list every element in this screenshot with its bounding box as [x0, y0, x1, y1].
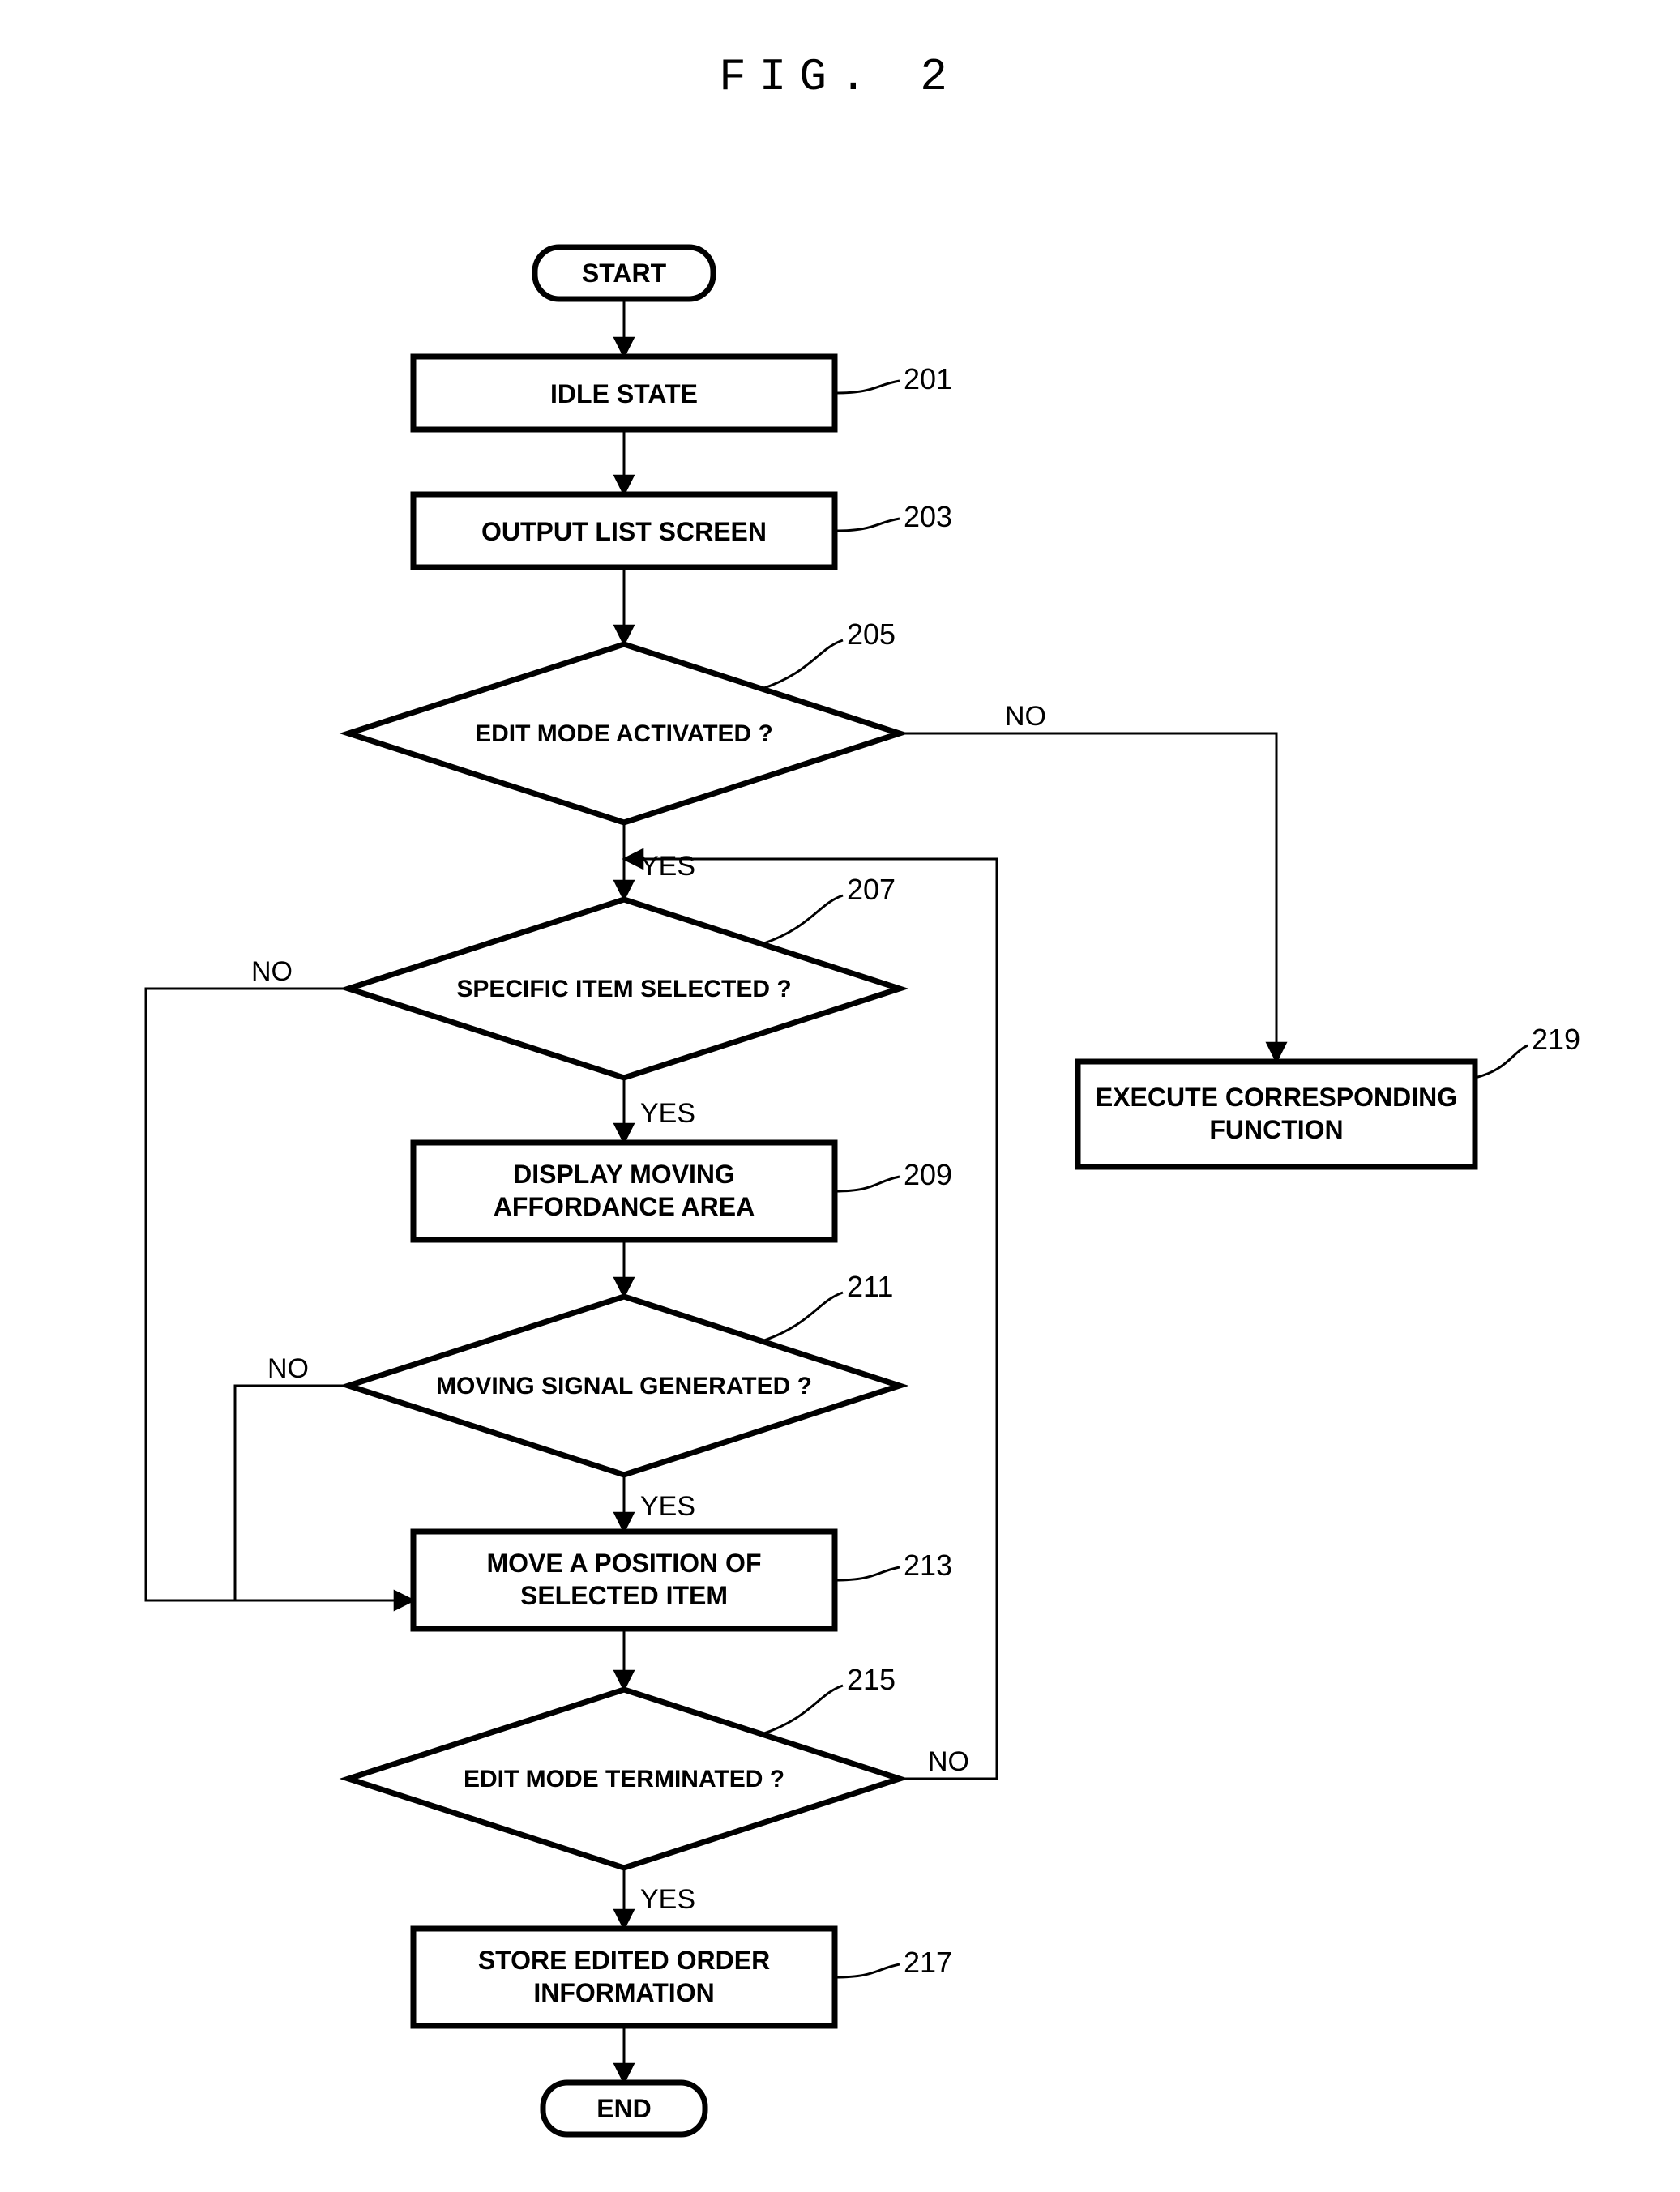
ref-211: 211	[847, 1270, 893, 1303]
ref-211-leader	[762, 1293, 843, 1341]
n215-text: EDIT MODE TERMINATED ?	[464, 1766, 784, 1792]
n209-l2: AFFORDANCE AREA	[494, 1192, 755, 1221]
n219-l1: EXECUTE CORRESPONDING	[1096, 1083, 1457, 1112]
edge-215-yes-label: YES	[640, 1884, 695, 1915]
n217-l2: INFORMATION	[533, 1978, 714, 2007]
ref-213-leader	[835, 1567, 900, 1580]
decision-207: SPECIFIC ITEM SELECTED ?	[348, 899, 900, 1078]
n213-l2: SELECTED ITEM	[520, 1581, 728, 1610]
ref-201: 201	[904, 362, 952, 395]
n205-text: EDIT MODE ACTIVATED ?	[475, 720, 773, 747]
n207-text: SPECIFIC ITEM SELECTED ?	[456, 976, 791, 1002]
edge-207-yes-label: YES	[640, 1098, 695, 1129]
terminator-start: START	[535, 247, 713, 299]
process-201: IDLE STATE	[413, 357, 835, 429]
edge-205-no-219: NO	[900, 701, 1276, 1062]
flowchart-canvas: .thin { stroke:#000; stroke-width:3; fil…	[0, 0, 1680, 2192]
start-label: START	[582, 259, 667, 288]
ref-207: 207	[847, 873, 896, 906]
n213-l1: MOVE A POSITION OF	[487, 1549, 762, 1578]
ref-209-leader	[835, 1177, 900, 1191]
n211-text: MOVING SIGNAL GENERATED ?	[436, 1373, 812, 1399]
n201-text: IDLE STATE	[550, 379, 698, 408]
ref-215-leader	[762, 1686, 843, 1734]
n209-l1: DISPLAY MOVING	[513, 1160, 735, 1189]
edge-207-no-label: NO	[251, 956, 293, 987]
ref-217-leader	[835, 1964, 900, 1977]
decision-205: EDIT MODE ACTIVATED ?	[348, 644, 900, 823]
process-203: OUTPUT LIST SCREEN	[413, 494, 835, 567]
edge-205-yes-label: YES	[640, 851, 695, 882]
edge-215-no-label: NO	[928, 1746, 969, 1777]
ref-205: 205	[847, 617, 896, 651]
edge-207-no: NO	[146, 956, 353, 1600]
decision-211: MOVING SIGNAL GENERATED ?	[348, 1297, 900, 1475]
ref-209: 209	[904, 1158, 952, 1191]
edge-205-no-label: NO	[1005, 701, 1046, 732]
terminator-end: END	[543, 2083, 705, 2134]
decision-215: EDIT MODE TERMINATED ?	[348, 1690, 900, 1868]
edge-211-no: NO	[235, 1353, 353, 1600]
figure-title: FIG. 2	[719, 51, 960, 103]
ref-201-leader	[835, 381, 900, 393]
edge-211-no-label: NO	[267, 1353, 309, 1384]
ref-203: 203	[904, 500, 952, 533]
end-label: END	[596, 2094, 652, 2123]
ref-217: 217	[904, 1946, 952, 1979]
ref-213: 213	[904, 1549, 952, 1582]
ref-219: 219	[1532, 1023, 1580, 1056]
process-219: EXECUTE CORRESPONDING FUNCTION	[1078, 1062, 1475, 1167]
edge-211-yes-label: YES	[640, 1491, 695, 1522]
ref-207-leader	[762, 895, 843, 944]
ref-203-leader	[835, 519, 900, 531]
n219-l2: FUNCTION	[1209, 1115, 1343, 1144]
ref-215: 215	[847, 1663, 896, 1696]
ref-205-leader	[762, 640, 843, 689]
process-217: STORE EDITED ORDER INFORMATION	[413, 1929, 835, 2026]
process-209: DISPLAY MOVING AFFORDANCE AREA	[413, 1143, 835, 1240]
process-213: MOVE A POSITION OF SELECTED ITEM	[413, 1532, 835, 1629]
ref-219-leader	[1475, 1045, 1528, 1078]
n217-l1: STORE EDITED ORDER	[478, 1946, 770, 1975]
n203-text: OUTPUT LIST SCREEN	[481, 517, 767, 546]
